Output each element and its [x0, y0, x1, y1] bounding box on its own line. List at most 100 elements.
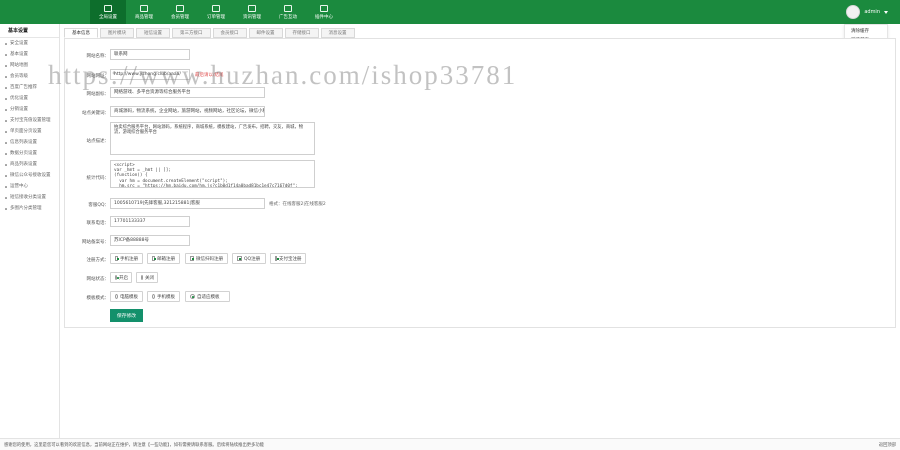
option-label: 手机模板 — [157, 294, 175, 300]
user-menu-item[interactable]: 清除缓存 — [845, 27, 887, 36]
sidebar-item[interactable]: 短信接收分类设置 — [0, 192, 59, 203]
top-navbar: 全局设置 商品管理 会员管理 订单管理 资讯管理 广告互动 插件中心 admin — [0, 0, 900, 24]
radio-icon[interactable] — [141, 275, 143, 280]
checkbox-icon[interactable] — [152, 256, 156, 261]
service-tel-label: 联系电话： — [86, 221, 110, 226]
nav-item-label: 资讯管理 — [243, 14, 261, 20]
nav-item[interactable]: 全局设置 — [90, 0, 126, 24]
sidebar: 基本设置 安全设置 基本设置 网站地图 会员等级 百度广告推荐 优化设置 分销设置 支付宝充值… — [0, 24, 60, 438]
radio-icon[interactable] — [190, 294, 195, 299]
register-mode-label: 注册方式： — [86, 258, 110, 263]
stats-code-label: 统计代码： — [86, 176, 110, 181]
tab[interactable]: 图片模块 — [100, 28, 134, 38]
option-label: 微信扫码注册 — [196, 256, 223, 262]
sidebar-item[interactable]: 商品列表设置 — [0, 159, 59, 170]
site-name-input[interactable]: 联系网 — [110, 49, 190, 60]
back-to-top-link[interactable]: 返回顶部 — [879, 442, 896, 448]
checkbox-icon[interactable] — [190, 256, 194, 261]
tab[interactable]: 消息设置 — [320, 28, 355, 38]
option-label: QQ注册 — [244, 256, 261, 262]
service-qq-input[interactable]: 1005610719|先锋客服,321215881|客服 — [110, 198, 265, 209]
sidebar-item[interactable]: 信息列表设置 — [0, 137, 59, 148]
sidebar-item[interactable]: 微信公众号接收设置 — [0, 170, 59, 181]
nav-item[interactable]: 商品管理 — [126, 0, 162, 24]
site-name-label: 网站名称： — [86, 54, 110, 59]
icp-input[interactable]: 苏ICP备88888号 — [110, 235, 190, 246]
nav-item-label: 会员管理 — [171, 14, 189, 20]
sidebar-item[interactable]: 会员等级 — [0, 71, 59, 82]
site-title-input[interactable]: 网络游戏、多平台资源等综合服务平台 — [110, 87, 265, 98]
tab[interactable]: 基本信息 — [64, 28, 98, 38]
box-icon — [140, 4, 148, 12]
checkbox-icon[interactable] — [237, 256, 242, 261]
service-qq-hint: 格式：在线客服2|在线客服2 — [269, 202, 326, 207]
sidebar-item[interactable]: 分销设置 — [0, 104, 59, 115]
sidebar-item[interactable]: 百度广告推荐 — [0, 82, 59, 93]
template-mode-option[interactable]: 电脑模板 — [110, 291, 143, 302]
checkbox-icon[interactable] — [275, 256, 279, 261]
sidebar-item[interactable]: 多图片分类管理 — [0, 203, 59, 214]
user-name[interactable]: admin — [864, 9, 880, 15]
register-mode-option[interactable]: 手机注册 — [110, 253, 143, 264]
template-mode-option[interactable]: 手机模板 — [147, 291, 180, 302]
register-mode-option[interactable]: QQ注册 — [232, 253, 266, 264]
site-status-label: 网站状态： — [86, 277, 110, 282]
clipboard-icon — [212, 4, 220, 12]
nav-item-label: 全局设置 — [99, 14, 117, 20]
template-mode-label: 模板模式： — [86, 296, 110, 301]
sidebar-item[interactable]: 数据分页设置 — [0, 148, 59, 159]
radio-icon[interactable] — [152, 294, 155, 299]
footer: 感谢您的使用，这里是您可以看到的欢迎信息，当前网站正在维护，请注意【一些功能】，… — [0, 438, 900, 450]
register-mode-option[interactable]: 邮箱注册 — [147, 253, 180, 264]
radio-icon[interactable] — [115, 275, 119, 280]
stats-code-textarea[interactable]: <script> var _hmt = _hmt || []; (functio… — [110, 160, 315, 188]
tab[interactable]: 短信设置 — [136, 28, 170, 38]
keywords-input[interactable]: 商城源码，物流系统，企业网站，旅游网站，视频网站，社区论坛，微信小程序 — [110, 106, 265, 117]
chevron-down-icon[interactable] — [884, 10, 888, 14]
sidebar-item[interactable]: 安全设置 — [0, 38, 59, 49]
sidebar-title: 基本设置 — [0, 24, 59, 38]
nav-item[interactable]: 插件中心 — [306, 0, 342, 24]
site-status-option[interactable]: 开启 — [110, 272, 132, 283]
nav-item[interactable]: 订单管理 — [198, 0, 234, 24]
sidebar-item[interactable]: 基本设置 — [0, 49, 59, 60]
checkbox-icon[interactable] — [115, 256, 119, 261]
tab[interactable]: 第三方接口 — [172, 28, 211, 38]
site-status-option[interactable]: 关闭 — [136, 272, 158, 283]
user-icon — [176, 4, 184, 12]
sidebar-item[interactable]: 优化设置 — [0, 93, 59, 104]
service-tel-input[interactable]: 17701133337 — [110, 216, 190, 227]
option-label: 自适应模板 — [197, 294, 220, 300]
sidebar-item[interactable]: 运营中心 — [0, 181, 59, 192]
footer-text: 感谢您的使用，这里是您可以看到的欢迎信息，当前网站正在维护，请注意【一些功能】，… — [4, 443, 264, 448]
site-title-label: 网站副标： — [86, 92, 110, 97]
save-button[interactable]: 保存修改 — [110, 309, 143, 322]
radio-icon[interactable] — [115, 294, 118, 299]
option-label: 手机注册 — [120, 256, 138, 262]
nav-item-label: 商品管理 — [135, 14, 153, 20]
nav-item[interactable]: 广告互动 — [270, 0, 306, 24]
nav-item-label: 插件中心 — [315, 14, 333, 20]
avatar[interactable] — [846, 5, 861, 19]
option-label: 邮箱注册 — [157, 256, 175, 262]
keywords-label: 站点关键词： — [82, 111, 109, 116]
nav-item[interactable]: 会员管理 — [162, 0, 198, 24]
option-label: 开启 — [119, 275, 128, 281]
tab[interactable]: 存储接口 — [284, 28, 319, 38]
template-mode-option[interactable]: 自适应模板 — [185, 291, 230, 302]
register-mode-option[interactable]: 微信扫码注册 — [185, 253, 228, 264]
register-mode-option[interactable]: 支付宝注册 — [270, 253, 306, 264]
nav-item[interactable]: 资讯管理 — [234, 0, 270, 24]
settings-form: 网站名称： 联系网 网站网址： http://www.jizhong.club/… — [64, 38, 896, 328]
site-url-input[interactable]: http://www.jizhong.club/aaaa/ — [110, 69, 190, 80]
nav-item-label: 订单管理 — [207, 14, 225, 20]
sidebar-item[interactable]: 网站地图 — [0, 60, 59, 71]
description-textarea[interactable]: 拍卖综合服务平台，网站源码，系统程序，商城系统，模板建站，广告发布，招聘，交友，… — [110, 122, 315, 155]
user-menu-toggle[interactable]: admin — [846, 5, 888, 19]
option-label: 支付宝注册 — [279, 256, 302, 262]
tab[interactable]: 会员接口 — [212, 28, 247, 38]
site-url-hint: 最后请以/结尾 — [195, 73, 224, 78]
sidebar-item[interactable]: 支付宝充值设置管理 — [0, 115, 59, 126]
sidebar-item[interactable]: 单页面分页设置 — [0, 126, 59, 137]
tab[interactable]: 邮件设置 — [248, 28, 283, 38]
